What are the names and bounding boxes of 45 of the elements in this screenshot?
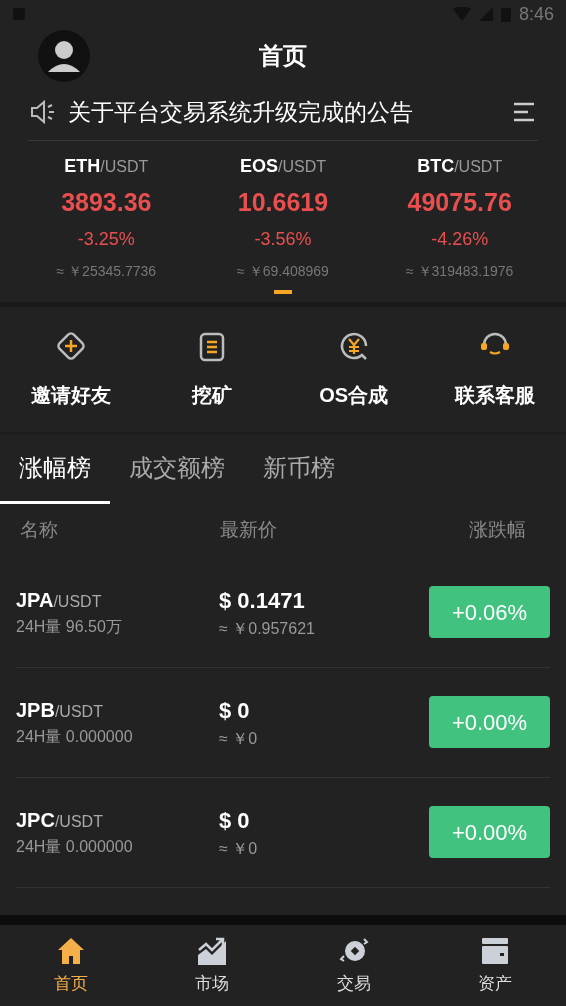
shortcut-label[interactable]: OS合成 [319, 380, 389, 410]
ticker-cny: ≈ ￥25345.7736 [56, 261, 157, 281]
price-cny: ≈ ￥0 [219, 728, 259, 749]
pair-name: JPC/USDT [16, 808, 104, 833]
shortcut-label[interactable]: 挖矿 [192, 380, 233, 410]
price-cny: ≈ ￥0.957621 [219, 618, 316, 639]
last-price: $ 0 [219, 696, 251, 725]
volume-text: 24H量 0.000000 [16, 727, 134, 747]
shortcut-label[interactable]: 邀请好友 [30, 380, 111, 410]
nav-tab[interactable]: 交易 [283, 925, 425, 1006]
ticker-price: 3893.36 [61, 187, 152, 218]
notice-text[interactable]: 关于平台交易系统升级完成的公告 [68, 94, 500, 130]
ticker-price: 49075.76 [407, 187, 512, 218]
volume-text: 24H量 96.50万 [16, 617, 123, 637]
page-indicator [274, 289, 292, 294]
ticker-change: -3.56% [254, 227, 312, 251]
column-header: 最新价 [220, 518, 278, 543]
column-header: 名称 [20, 518, 59, 543]
nav-tab[interactable]: 资产 [424, 925, 566, 1006]
last-price: $ 0.1471 [219, 586, 306, 615]
menu-icon[interactable] [512, 101, 536, 123]
ticker-pair: EOS/USDT [240, 155, 326, 178]
price-cny: ≈ ￥0 [219, 838, 259, 859]
ticker-pair: ETH/USDT [64, 155, 149, 178]
status-time: 8:46 [518, 2, 554, 26]
shortcut-label[interactable]: 联系客服 [455, 380, 536, 410]
ticker-price: 10.6619 [237, 187, 329, 218]
column-header: 涨跌幅 [469, 518, 527, 543]
ranking-tab[interactable]: 新币榜 [244, 434, 354, 504]
nav-tab[interactable]: 市场 [141, 925, 283, 1006]
pair-name: JPA/USDT [16, 588, 103, 613]
ticker-change: -4.26% [431, 227, 489, 251]
ticker-cny: ≈ ￥69.408969 [237, 261, 329, 281]
ticker-cny: ≈ ￥319483.1976 [406, 261, 514, 281]
page-title: 首页 [259, 41, 307, 71]
pair-name: JPB/USDT [16, 698, 104, 723]
ticker-change: -3.25% [77, 227, 135, 251]
ticker-pair: BTC/USDT [417, 155, 503, 178]
last-price: $ 0 [219, 806, 251, 835]
volume-text: 24H量 0.000000 [16, 837, 134, 857]
avatar-icon[interactable] [38, 30, 90, 82]
ranking-tab[interactable]: 涨幅榜 [0, 434, 110, 504]
nav-tab[interactable]: 首页 [0, 925, 142, 1006]
ranking-tab[interactable]: 成交额榜 [110, 434, 244, 504]
speaker-icon [30, 99, 56, 125]
